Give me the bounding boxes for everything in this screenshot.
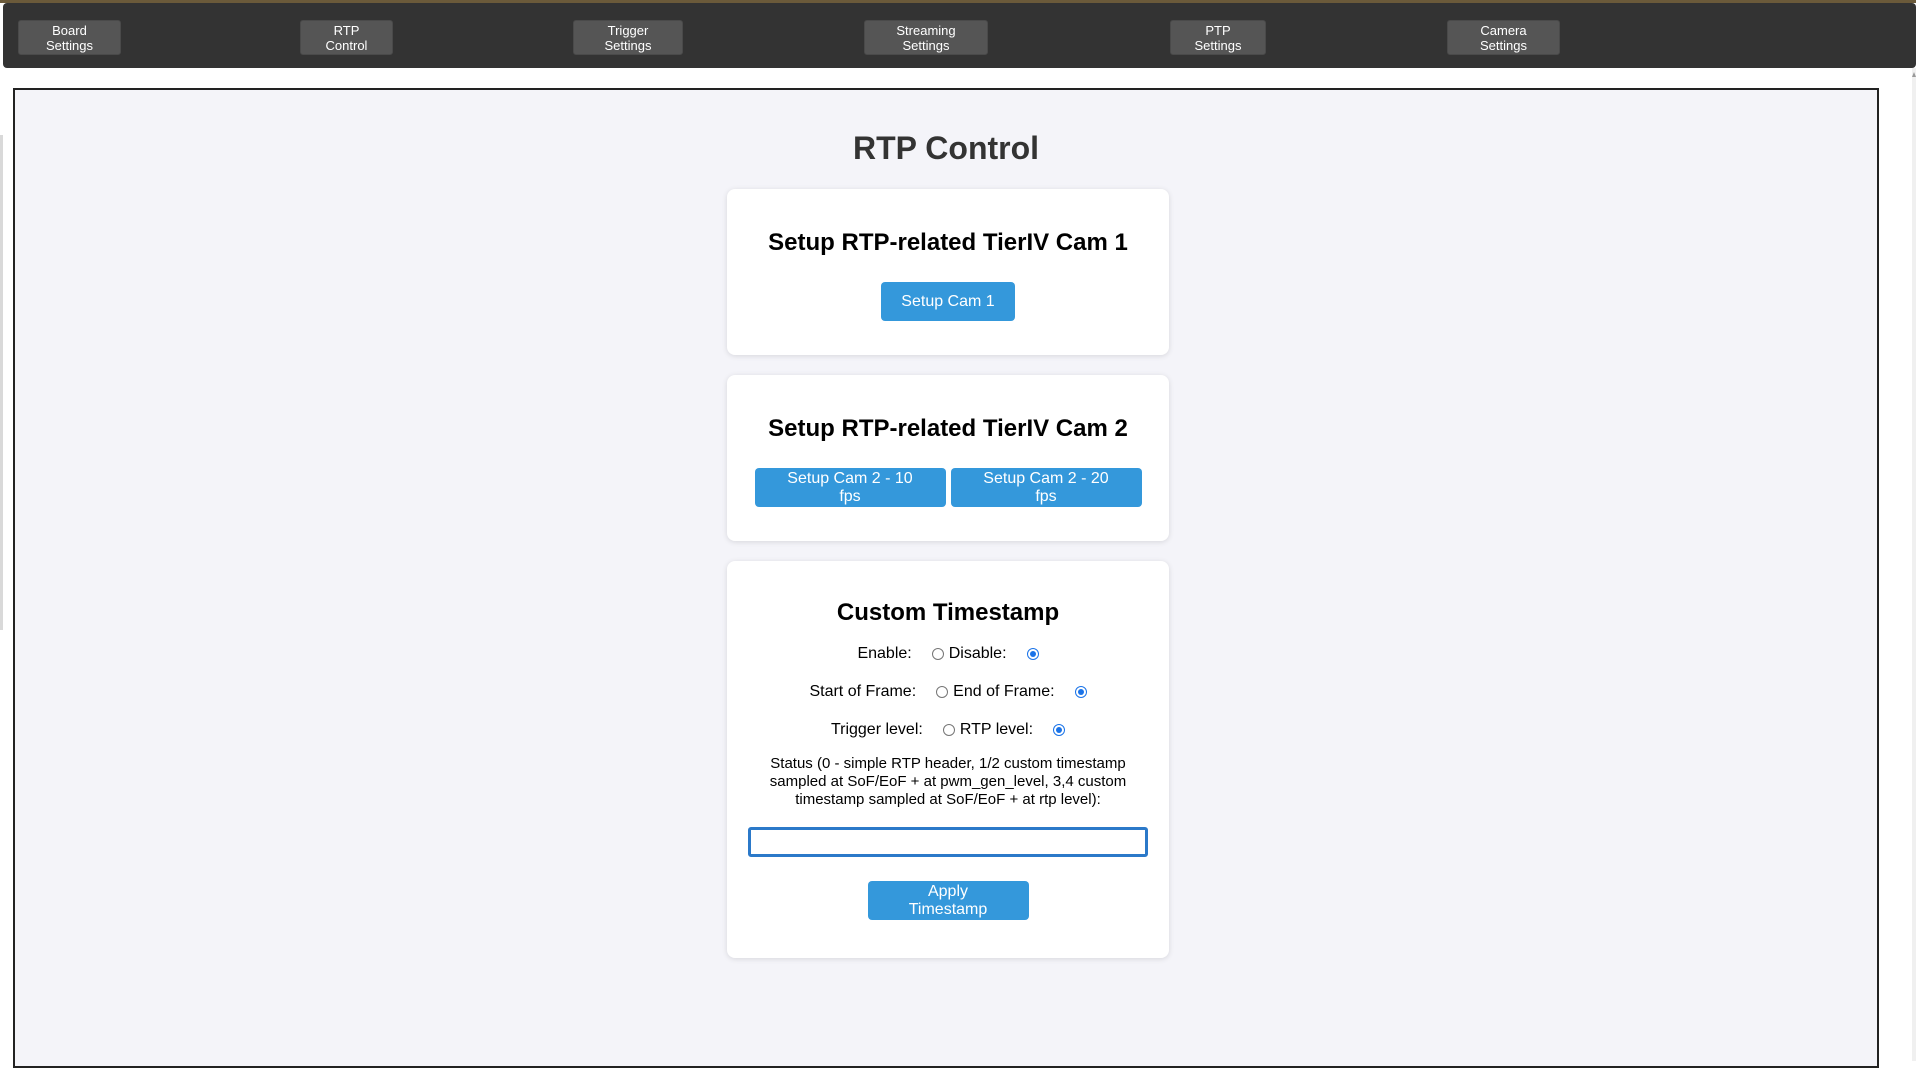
content-frame: RTP Control Setup RTP-related TierIV Cam… <box>13 88 1879 1068</box>
nav-streaming-settings-button[interactable]: Streaming Settings <box>864 20 988 55</box>
enable-disable-row: Enable: Disable: <box>727 643 1169 665</box>
nav-trigger-settings-button[interactable]: Trigger Settings <box>573 20 683 55</box>
setup-cam2-20fps-button[interactable]: Setup Cam 2 - 20 fps <box>950 468 1142 507</box>
nav-rtp-control-button[interactable]: RTP Control <box>300 20 393 55</box>
enable-radio[interactable] <box>931 648 944 660</box>
status-input[interactable] <box>748 827 1148 857</box>
nav-board-settings-button[interactable]: Board Settings <box>18 20 121 55</box>
setup-cam2-10fps-button[interactable]: Setup Cam 2 - 10 fps <box>754 468 946 507</box>
cam1-card: Setup RTP-related TierIV Cam 1 Setup Cam… <box>727 189 1169 355</box>
scroll-up-icon[interactable] <box>1912 72 1916 77</box>
start-of-frame-radio[interactable] <box>936 686 949 698</box>
cam1-title: Setup RTP-related TierIV Cam 1 <box>768 229 1128 256</box>
end-of-frame-label: End of Frame: <box>953 683 1055 700</box>
trigger-level-radio[interactable] <box>942 724 955 736</box>
enable-label: Enable: <box>857 645 912 662</box>
rtp-level-label: RTP level: <box>959 721 1034 738</box>
top-navbar: Board Settings RTP Control Trigger Setti… <box>3 3 1916 68</box>
left-edge-panel <box>0 135 3 630</box>
disable-label: Disable: <box>948 645 1007 662</box>
status-label: Status (0 - simple RTP header, 1/2 custo… <box>769 755 1127 808</box>
start-of-frame-label: Start of Frame: <box>809 683 917 700</box>
custom-timestamp-card: Custom Timestamp Enable: Disable: Start … <box>727 561 1169 958</box>
cam2-title: Setup RTP-related TierIV Cam 2 <box>768 415 1128 442</box>
frame-position-row: Start of Frame: End of Frame: <box>727 681 1169 703</box>
custom-timestamp-title: Custom Timestamp <box>836 599 1060 626</box>
cam2-card: Setup RTP-related TierIV Cam 2 Setup Cam… <box>727 375 1169 541</box>
disable-radio[interactable] <box>1026 648 1039 660</box>
rtp-level-radio[interactable] <box>1053 724 1066 736</box>
apply-timestamp-button[interactable]: Apply Timestamp <box>867 881 1029 920</box>
trigger-level-label: Trigger level: <box>830 721 923 738</box>
page-title: RTP Control <box>852 130 1040 166</box>
scrollbar[interactable] <box>1912 68 1916 1061</box>
end-of-frame-radio[interactable] <box>1074 686 1087 698</box>
setup-cam1-button[interactable]: Setup Cam 1 <box>881 282 1015 321</box>
nav-camera-settings-button[interactable]: Camera Settings <box>1447 20 1560 55</box>
nav-ptp-settings-button[interactable]: PTP Settings <box>1170 20 1266 55</box>
level-row: Trigger level: RTP level: <box>727 719 1169 741</box>
